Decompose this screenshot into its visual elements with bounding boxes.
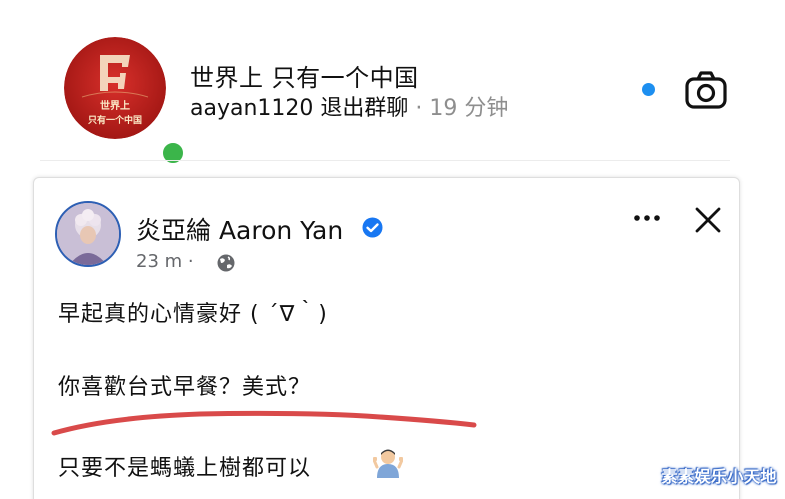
author-avatar[interactable] bbox=[55, 201, 121, 267]
red-underline-annotation bbox=[50, 403, 480, 443]
chat-action: 退出群聊 bbox=[320, 96, 409, 121]
screenshot-page: 世界上 只有一个中国 世界上 只有一个中国 aayan1120 退出群聊 · 1… bbox=[0, 0, 785, 499]
post-card: 炎亞綸 Aaron Yan 23 m · 早起真的心情豪好 (´∇｀) 你喜歡… bbox=[33, 177, 740, 499]
divider bbox=[40, 160, 730, 161]
chat-timestamp: 19 分钟 bbox=[429, 96, 509, 121]
shrug-emoji-icon bbox=[372, 446, 404, 478]
chat-separator: · bbox=[408, 96, 430, 121]
close-icon[interactable] bbox=[694, 206, 722, 234]
chat-list-item[interactable]: 世界上 只有一个中国 世界上 只有一个中国 aayan1120 退出群聊 · 1… bbox=[40, 10, 740, 166]
unread-indicator bbox=[642, 83, 655, 96]
group-avatar-art: 世界上 只有一个中国 bbox=[64, 37, 166, 139]
svg-text:世界上: 世界上 bbox=[100, 99, 130, 112]
chat-last-message: aayan1120 退出群聊 · 19 分钟 bbox=[190, 90, 508, 122]
author-avatar-art bbox=[57, 203, 119, 265]
verified-badge-icon bbox=[362, 217, 383, 238]
post-text-line-2: 你喜歡台式早餐？美式？ bbox=[58, 375, 312, 400]
globe-icon[interactable] bbox=[216, 253, 236, 273]
more-options-icon[interactable] bbox=[632, 210, 664, 224]
post-text-line-1: 早起真的心情豪好 ( ´∇｀) bbox=[58, 302, 328, 327]
watermark: 素素娱乐小天地 bbox=[661, 467, 777, 486]
group-avatar-image: 世界上 只有一个中国 bbox=[64, 37, 166, 139]
post-text-line-3: 只要不是螞蟻上樹都可以 bbox=[58, 456, 312, 481]
post-meta-separator: · bbox=[182, 251, 194, 272]
post-time[interactable]: 23 m bbox=[136, 251, 182, 272]
chat-sender: aayan1120 bbox=[190, 96, 314, 121]
camera-icon[interactable] bbox=[684, 68, 728, 112]
chat-title: 世界上 只有一个中国 bbox=[190, 64, 419, 92]
author-name[interactable]: 炎亞綸 Aaron Yan bbox=[136, 211, 343, 247]
post-meta: 23 m · bbox=[136, 251, 194, 272]
svg-text:只有一个中国: 只有一个中国 bbox=[88, 114, 142, 126]
online-status-dot bbox=[160, 140, 186, 166]
group-avatar[interactable]: 世界上 只有一个中国 bbox=[64, 37, 186, 166]
